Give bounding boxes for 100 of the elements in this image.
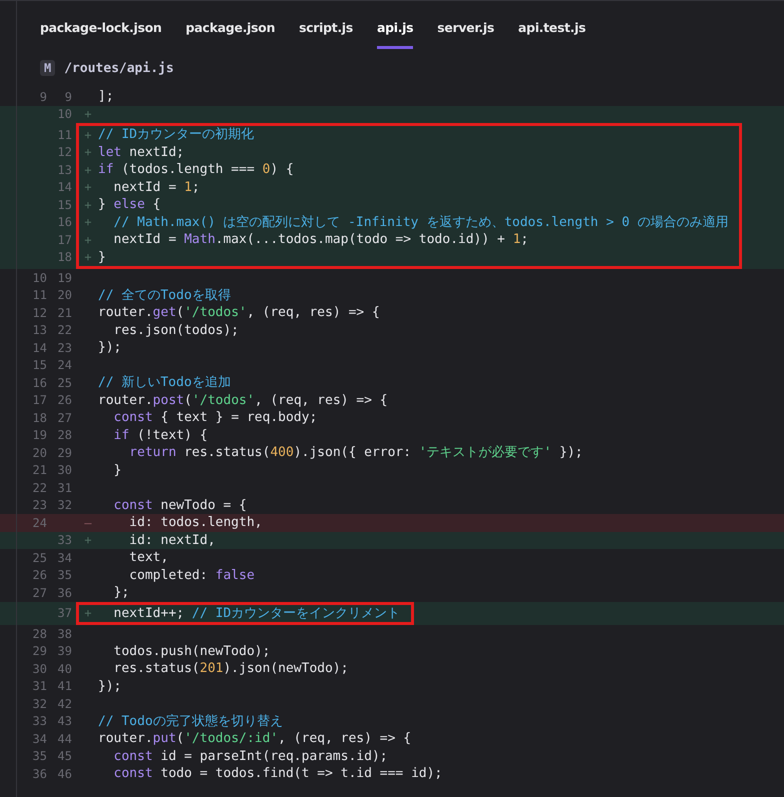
code-line: // 全てのTodoを取得 xyxy=(98,286,231,304)
code-line: let nextId; xyxy=(98,144,184,161)
code-line: const todo = todos.find(t => t.id === id); xyxy=(112,765,442,782)
file-tab[interactable]: script.js xyxy=(298,1,353,49)
code-line: const { text } = req.body; xyxy=(112,409,318,426)
line-number: 33 xyxy=(58,533,72,548)
diff-marker: — xyxy=(84,516,92,530)
line-number: 26 xyxy=(58,393,72,408)
line-number: 39 xyxy=(58,644,72,658)
line-number: 19 xyxy=(58,270,72,285)
line-number: 35 xyxy=(32,749,47,764)
diff-marker: + xyxy=(84,198,92,212)
line-number: 18 xyxy=(32,410,47,425)
diff-marker: + xyxy=(84,162,92,177)
line-number: 33 xyxy=(32,714,47,728)
code-line: id: todos.length, xyxy=(128,514,262,532)
diff-marker: + xyxy=(84,215,92,230)
line-number: 45 xyxy=(58,749,72,764)
code-line: text, xyxy=(128,549,168,566)
line-number: 12 xyxy=(32,306,47,320)
line-number: 19 xyxy=(32,428,47,442)
code-line: router.put('/todos/:id', (req, res) => { xyxy=(98,730,412,748)
line-number: 30 xyxy=(58,463,72,478)
diff-marker: + xyxy=(84,145,92,160)
code-line: res.json(todos); xyxy=(112,322,239,339)
line-number: 29 xyxy=(32,644,47,658)
file-path: /routes/api.js xyxy=(64,60,174,76)
line-number: 28 xyxy=(32,626,47,641)
line-number: 36 xyxy=(32,766,47,781)
line-number: 14 xyxy=(58,180,72,194)
line-number: 27 xyxy=(58,410,72,425)
line-number: 16 xyxy=(32,376,47,390)
code-line: todos.push(newTodo); xyxy=(112,642,270,660)
diff-marker: + xyxy=(84,107,92,122)
line-number: 22 xyxy=(58,323,72,338)
line-number: 21 xyxy=(58,306,72,320)
line-number: 15 xyxy=(32,358,47,372)
code-line: } xyxy=(112,462,122,479)
line-number: 38 xyxy=(58,626,72,641)
line-number: 10 xyxy=(32,270,47,285)
code-line: // Math.max() は空の配列に対して -Infinity を返すため、todos.length > 0 の場合のみ適用 xyxy=(112,214,728,231)
line-number: 41 xyxy=(58,679,72,694)
line-number: 40 xyxy=(58,662,72,676)
line-number: 37 xyxy=(58,606,72,620)
line-number: 17 xyxy=(58,232,72,247)
line-number: 42 xyxy=(58,696,72,711)
line-number: 14 xyxy=(32,340,47,355)
status-badge: M xyxy=(40,60,56,76)
line-number: 15 xyxy=(58,198,72,212)
code-line: router.get('/todos', (req, res) => { xyxy=(98,304,380,322)
code-line: return res.status(400).json({ error: 'テキストが必要です' }); xyxy=(128,444,583,462)
diff-marker: + xyxy=(84,232,92,247)
file-tab[interactable]: package.json xyxy=(186,1,275,49)
line-number: 11 xyxy=(58,128,72,142)
line-number: 35 xyxy=(58,568,72,582)
line-number: 13 xyxy=(58,162,72,177)
diff-marker: + xyxy=(84,180,92,194)
code-line: // Todoの完了状態を切り替え xyxy=(98,712,283,730)
diff-marker: + xyxy=(84,606,92,620)
line-number: 16 xyxy=(58,215,72,230)
line-number: 46 xyxy=(58,766,72,781)
file-tab[interactable]: server.js xyxy=(437,1,494,49)
file-tab[interactable]: package-lock.json xyxy=(40,1,162,49)
code-line: nextId++; // IDカウンターをインクリメント xyxy=(112,604,400,622)
diff-marker: + xyxy=(84,250,92,264)
file-tab[interactable]: api.js xyxy=(376,1,414,49)
line-number: 43 xyxy=(58,714,72,728)
line-number: 25 xyxy=(58,376,72,390)
file-tab[interactable]: api.test.js xyxy=(518,1,586,49)
line-number: 36 xyxy=(58,586,72,600)
code-line: const id = parseInt(req.params.id); xyxy=(112,748,388,765)
line-number: 23 xyxy=(32,498,47,512)
code-line: // 新しいTodoを追加 xyxy=(98,374,231,392)
code-line: nextId = 1; xyxy=(112,178,200,196)
code-line: }; xyxy=(112,584,130,602)
diff-marker: + xyxy=(84,533,92,548)
code-line: // IDカウンターの初期化 xyxy=(98,126,254,144)
line-number: 31 xyxy=(32,679,47,694)
line-number: 20 xyxy=(32,446,47,460)
line-number: 32 xyxy=(32,696,47,711)
code-line: res.status(201).json(newTodo); xyxy=(112,660,348,678)
line-number: 11 xyxy=(32,288,47,302)
code-line: }); xyxy=(98,678,122,695)
code-line: } xyxy=(98,248,106,266)
line-number: 23 xyxy=(58,340,72,355)
code-line: ]; xyxy=(98,88,114,106)
line-number: 17 xyxy=(32,393,47,408)
line-number: 25 xyxy=(32,550,47,565)
line-number: 24 xyxy=(32,516,47,530)
code-line: id: nextId, xyxy=(128,532,216,549)
line-number: 21 xyxy=(32,463,47,478)
line-number: 31 xyxy=(58,480,72,495)
code-line: if (!text) { xyxy=(112,426,208,444)
line-number: 10 xyxy=(58,107,72,122)
code-line: }); xyxy=(98,339,122,356)
code-line: router.post('/todos', (req, res) => { xyxy=(98,392,388,409)
line-number: 44 xyxy=(58,732,72,746)
line-number: 26 xyxy=(32,568,47,582)
line-number: 9 xyxy=(64,90,72,104)
line-number: 27 xyxy=(32,586,47,600)
